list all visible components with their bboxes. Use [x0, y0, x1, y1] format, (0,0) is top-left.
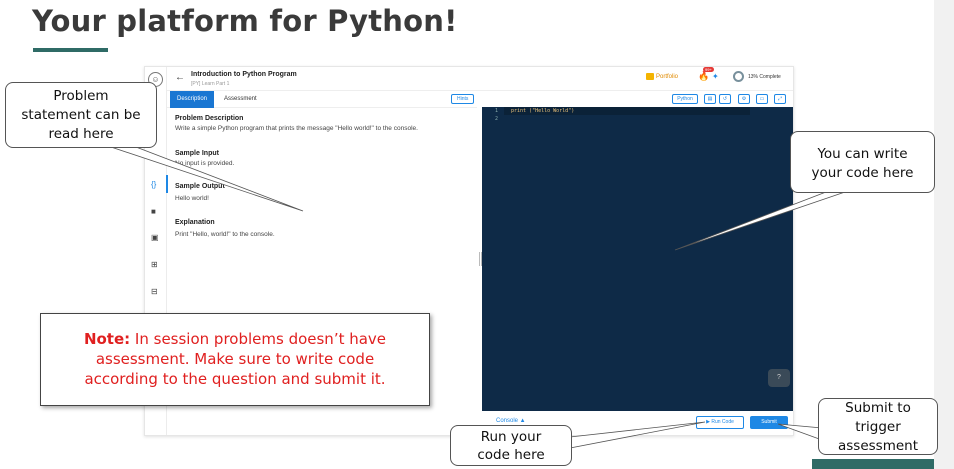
callout-line: Submit to [845, 400, 911, 416]
console-toggle[interactable]: Console ▲ [496, 418, 526, 424]
callout-line: Run your [480, 429, 542, 445]
expand-icon[interactable]: ⤢ [774, 94, 786, 104]
run-code-button[interactable]: ▶ Run Code [696, 416, 744, 429]
slide-title: Your platform for Python! [32, 4, 458, 38]
progress-label: 13% Complete [748, 74, 781, 80]
description-text: Write a simple Python program that print… [175, 125, 418, 132]
progress-ring-icon [733, 71, 744, 82]
portfolio-icon [646, 73, 654, 80]
sample-output-heading: Sample Output [175, 183, 225, 190]
top-bar: ← Introduction to Python Program [PY] Le… [167, 67, 793, 91]
back-arrow-icon[interactable]: ← [175, 72, 185, 83]
callout-problem-statement: Problem statement can be read here [5, 82, 157, 148]
callout-write-code: You can write your code here [790, 131, 935, 193]
file-icon[interactable]: ▤ [704, 94, 716, 104]
sample-input-heading: Sample Input [175, 150, 219, 157]
hints-button[interactable]: Hints [451, 94, 475, 104]
cube-icon[interactable]: ■ [151, 207, 156, 217]
sample-input-text: No input is provided. [175, 160, 235, 167]
slide-edge [934, 0, 954, 469]
briefcase-icon[interactable]: ▣ [151, 233, 159, 243]
note-text: assessment. Make sure to write code [95, 350, 375, 368]
slide-footer-bar [812, 459, 934, 469]
line-gutter: 1 2 [482, 107, 504, 411]
description-heading: Problem Description [175, 115, 244, 122]
line-number: 2 [495, 116, 499, 122]
submit-button[interactable]: Submit [750, 416, 788, 429]
program-subtitle: [PY] Learn Part 1 [191, 81, 230, 87]
editor-toolbar: Python ▤ ↺ ⚙ ▭ ⤢ [482, 91, 793, 107]
reset-icon[interactable]: ↺ [719, 94, 731, 104]
sample-output-text: Hello world! [175, 195, 209, 202]
problem-tabs: Description Assessment Hints [167, 91, 477, 108]
rail-selected-indicator [166, 175, 168, 193]
callout-line: assessment [837, 438, 919, 454]
gift-icon[interactable]: ⊞ [151, 260, 158, 270]
note-text: In session problems doesn’t have [130, 330, 387, 348]
note-label: Note: [83, 330, 131, 348]
sparkle-icon[interactable]: ✦ [712, 72, 719, 81]
callout-line: trigger [855, 419, 901, 435]
language-select[interactable]: Python [672, 94, 698, 104]
note-box: Note: In session problems doesn’t have a… [40, 313, 430, 406]
explanation-text: Print "Hello, world!" to the console. [175, 231, 275, 238]
code-icon[interactable]: {} [151, 180, 156, 190]
note-text: according to the question and submit it. [84, 370, 386, 388]
callout-line: code here [477, 447, 545, 463]
help-button[interactable]: ? [768, 369, 790, 387]
callout-line: Problem [53, 88, 109, 104]
keyboard-icon[interactable]: ⊟ [151, 287, 158, 297]
keyboard-shortcut-icon[interactable]: ▭ [756, 94, 768, 104]
settings-icon[interactable]: ⚙ [738, 94, 750, 104]
title-underline [33, 48, 108, 52]
portfolio-label: Portfolio [656, 74, 679, 81]
tab-description[interactable]: Description [170, 91, 215, 108]
callout-run-code: Run your code here [450, 425, 572, 466]
explanation-heading: Explanation [175, 219, 215, 226]
code-line: print ("Hello World") [511, 108, 575, 114]
line-number: 1 [495, 108, 499, 114]
callout-submit: Submit to trigger assessment [818, 398, 938, 455]
program-title: Introduction to Python Program [191, 71, 297, 78]
callout-line: read here [48, 126, 114, 142]
tab-assessment[interactable]: Assessment [217, 91, 264, 108]
portfolio-link[interactable]: Portfolio [646, 73, 678, 80]
callout-line: statement can be [21, 107, 141, 123]
streak-fire-icon[interactable]: 🔥 [698, 71, 709, 82]
callout-line: your code here [811, 165, 914, 181]
callout-line: You can write [817, 146, 908, 162]
code-editor[interactable]: 1 2 print ("Hello World") ? [482, 107, 793, 411]
